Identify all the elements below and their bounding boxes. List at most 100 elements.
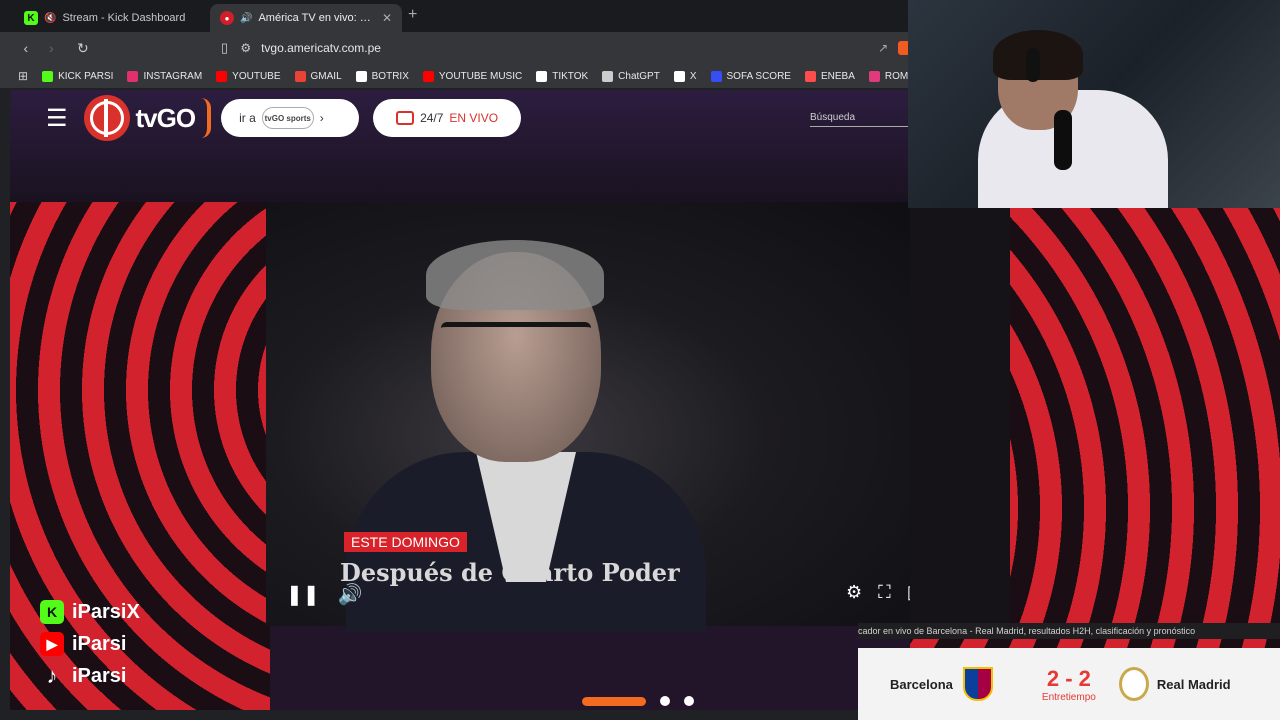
kick-icon bbox=[42, 70, 54, 82]
volume-icon[interactable]: 🔊 bbox=[338, 582, 363, 607]
carousel-dot[interactable] bbox=[660, 696, 670, 706]
sofascore-icon bbox=[710, 70, 722, 82]
romsfun-icon bbox=[868, 70, 880, 82]
fullscreen-icon[interactable]: ⛶ bbox=[878, 582, 891, 603]
video-frame-edge bbox=[910, 208, 1010, 628]
back-icon[interactable]: ‹ bbox=[14, 36, 38, 60]
bookmark-x[interactable]: X bbox=[673, 70, 697, 82]
social-youtube: ▶ iParsi bbox=[40, 632, 140, 656]
tab-strip: K 🔇 Stream - Kick Dashboard ● 🔊 América … bbox=[0, 0, 910, 32]
tvgo-logo[interactable]: tvGO bbox=[83, 95, 212, 141]
tiktok-icon bbox=[536, 70, 548, 82]
bookmark-tiktok[interactable]: TIKTOK bbox=[536, 70, 589, 82]
barcelona-crest-icon bbox=[962, 667, 993, 701]
score-result: 2 - 2 bbox=[1046, 665, 1091, 691]
america-globe-icon bbox=[83, 95, 130, 141]
bookmarks-bar: ⊞ KICK PARSI INSTAGRAM YOUTUBE GMAIL BOT… bbox=[0, 64, 910, 88]
ira-label: ir a bbox=[239, 111, 256, 125]
live-number: 24/7 bbox=[420, 111, 444, 125]
bookmark-label: GMAIL bbox=[310, 70, 342, 82]
youtube-icon: ▶ bbox=[40, 632, 64, 656]
site-header: ☰ tvGO ir a tvGO sports › 24/7 EN VIVO B… bbox=[10, 90, 910, 146]
america-tv-icon: ● bbox=[220, 11, 234, 25]
audio-icon: 🔊 bbox=[240, 12, 253, 24]
url-text: tvgo.americatv.com.pe bbox=[261, 41, 381, 55]
forward-icon[interactable]: › bbox=[40, 36, 64, 60]
tab-america-tv[interactable]: ● 🔊 América TV en vivo: program ✕ bbox=[210, 4, 402, 32]
bookmark-label: KICK PARSI bbox=[58, 70, 114, 82]
social-handle: iParsiX bbox=[72, 600, 140, 623]
bookmark-instagram[interactable]: INSTAGRAM bbox=[127, 70, 203, 82]
tv-icon bbox=[396, 111, 415, 125]
site-info-icon[interactable]: ⚙ bbox=[240, 41, 251, 55]
carousel-dot-active[interactable] bbox=[582, 696, 646, 706]
logo-arc bbox=[201, 98, 212, 138]
x-icon bbox=[673, 70, 685, 82]
youtube-icon bbox=[216, 70, 228, 82]
headset-icon bbox=[1026, 48, 1040, 82]
tvgo-sports-logo: tvGO sports bbox=[261, 107, 314, 129]
bookmark-icon[interactable]: ▯ bbox=[215, 40, 235, 56]
bookmark-label: YOUTUBE MUSIC bbox=[438, 70, 523, 82]
kick-icon: K bbox=[40, 600, 64, 624]
tvgo-page: ☰ tvGO ir a tvGO sports › 24/7 EN VIVO B… bbox=[10, 90, 910, 710]
carousel-indicators bbox=[582, 696, 694, 706]
away-team: Real Madrid bbox=[1156, 676, 1231, 692]
score-headline: cador en vivo de Barcelona - Real Madrid… bbox=[858, 623, 1280, 639]
pause-icon[interactable]: ❚❚ bbox=[286, 582, 320, 607]
new-tab-icon[interactable]: + bbox=[408, 6, 417, 24]
player-controls-right: ⚙ ⛶ ▣ ▭ bbox=[846, 582, 910, 603]
address-bar[interactable]: ⚙ tvgo.americatv.com.pe ↗ bbox=[240, 35, 888, 61]
menu-icon[interactable]: ☰ bbox=[46, 104, 68, 133]
live-label: EN VIVO bbox=[449, 111, 499, 125]
social-tiktok: ♪ iParsi bbox=[40, 663, 140, 688]
scoreboard: Barcelona 2 - 2 Entretiempo Real Madrid bbox=[858, 648, 1280, 720]
youtube-music-icon bbox=[422, 70, 434, 82]
promo-title: Después de Cuarto Poder bbox=[340, 558, 680, 587]
promo-badge: ESTE DOMINGO bbox=[344, 532, 467, 552]
bookmark-label: ENEBA bbox=[820, 70, 855, 82]
bookmark-chatgpt[interactable]: ChatGPT bbox=[602, 70, 660, 82]
bookmark-gmail[interactable]: GMAIL bbox=[294, 70, 342, 82]
go-to-tvgo-sports-button[interactable]: ir a tvGO sports › bbox=[221, 99, 360, 137]
reload-icon[interactable]: ↻ bbox=[71, 36, 95, 60]
chatgpt-icon bbox=[602, 70, 614, 82]
live-247-button[interactable]: 24/7 EN VIVO bbox=[373, 99, 522, 137]
player-controls-left: ❚❚ 🔊 bbox=[286, 582, 362, 607]
bookmark-label: TIKTOK bbox=[552, 70, 589, 82]
tab-kick-dashboard[interactable]: K 🔇 Stream - Kick Dashboard bbox=[14, 4, 204, 32]
share-icon[interactable]: ↗ bbox=[878, 41, 888, 55]
botrix-icon bbox=[355, 70, 367, 82]
bookmark-youtube-music[interactable]: YOUTUBE MUSIC bbox=[422, 70, 523, 82]
settings-icon[interactable]: ⚙ bbox=[846, 582, 862, 603]
apps-grid-icon[interactable]: ⊞ bbox=[18, 69, 28, 83]
bookmark-romsfun[interactable]: ROMSFUN bbox=[868, 70, 910, 82]
bookmark-label: ChatGPT bbox=[618, 70, 660, 82]
bookmark-sofa-score[interactable]: SOFA SCORE bbox=[710, 70, 791, 82]
social-kick: K iParsiX bbox=[40, 600, 140, 624]
bookmark-eneba[interactable]: ENEBA bbox=[804, 70, 855, 82]
video-frame-hair bbox=[426, 240, 604, 310]
bookmark-youtube[interactable]: YOUTUBE bbox=[216, 70, 281, 82]
browser-toolbar: ‹ › ↻ ▯ ⚙ tvgo.americatv.com.pe ↗ bbox=[0, 32, 911, 64]
microphone-icon bbox=[1054, 110, 1072, 170]
bookmark-botrix[interactable]: BOTRIX bbox=[355, 70, 409, 82]
carousel-dot[interactable] bbox=[684, 696, 694, 706]
bookmark-label: X bbox=[689, 70, 697, 82]
instagram-icon bbox=[127, 70, 139, 82]
bookmark-label: INSTAGRAM bbox=[143, 70, 203, 82]
social-handle: iParsi bbox=[72, 632, 127, 655]
search-input[interactable]: Búsqueda bbox=[810, 112, 910, 127]
home-team: Barcelona bbox=[890, 676, 953, 692]
gmail-icon bbox=[294, 70, 306, 82]
logo-text: tvGO bbox=[135, 102, 197, 133]
bookmark-label: SOFA SCORE bbox=[726, 70, 791, 82]
close-tab-icon[interactable]: ✕ bbox=[382, 11, 392, 25]
bookmark-kick-parsi[interactable]: KICK PARSI bbox=[42, 70, 114, 82]
tiktok-icon: ♪ bbox=[46, 663, 58, 688]
social-handles: K iParsiX ▶ iParsi ♪ iParsi bbox=[40, 600, 140, 688]
video-player[interactable]: ESTE DOMINGO Después de Cuarto Poder ❚❚ … bbox=[266, 202, 910, 632]
chevron-right-icon: › bbox=[319, 111, 324, 125]
score-center: 2 - 2 Entretiempo bbox=[1029, 666, 1109, 703]
real-madrid-crest-icon bbox=[1118, 667, 1149, 701]
